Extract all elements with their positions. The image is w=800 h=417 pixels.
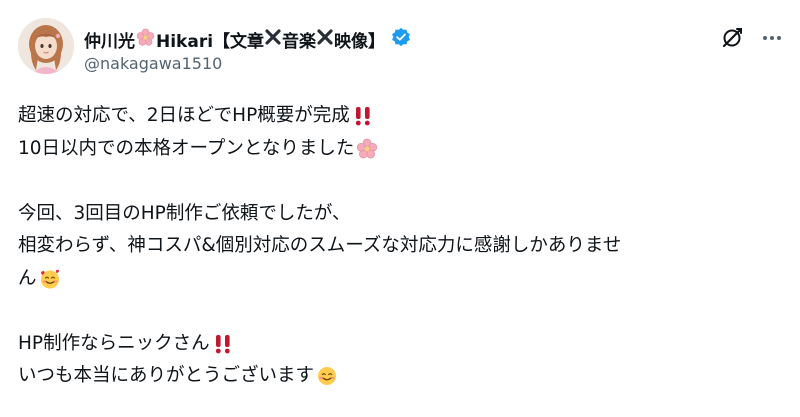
- post-line-5: ん: [18, 263, 782, 296]
- post-line-1-text: 超速の対応で、2日ほどでHP概要が完成: [18, 105, 350, 127]
- post-line-2-text: 10日以内での本格オープンとなりました: [18, 137, 355, 159]
- tweet-card: 仲川光 Hikari【文章 音楽 映像】 @nakagawa1510 超速の対応…: [0, 0, 800, 417]
- display-name[interactable]: 仲川光 Hikari【文章 音楽 映像】: [84, 27, 411, 52]
- post-text: 超速の対応で、2日ほどでHP概要が完成 10日以内での本格オープンとなりました: [18, 100, 782, 393]
- post-line-6: HP制作ならニックさん: [18, 328, 782, 361]
- post-line-4-text: 相変わらず、神コスパ&個別対応のスムーズな対応力に感謝しかありませ: [18, 235, 622, 257]
- user-handle[interactable]: @nakagawa1510: [84, 54, 222, 73]
- post-line-4: 相変わらず、神コスパ&個別対応のスムーズな対応力に感謝しかありませ: [18, 230, 782, 263]
- cherry-blossom-icon: [356, 138, 378, 160]
- cross-mark-icon: [317, 29, 333, 50]
- grok-icon[interactable]: [720, 26, 744, 50]
- double-exclamation-icon: [212, 333, 234, 355]
- cross-mark-icon: [265, 29, 281, 50]
- avatar[interactable]: [18, 18, 74, 74]
- post-line-6-text: HP制作ならニックさん: [18, 332, 210, 354]
- double-exclamation-icon: [352, 105, 374, 127]
- verified-badge-icon: [391, 27, 411, 52]
- post-line-1: 超速の対応で、2日ほどでHP概要が完成: [18, 100, 782, 133]
- display-name-part-1: 仲川光: [84, 32, 135, 52]
- cherry-blossom-icon: [136, 28, 155, 52]
- display-name-part-2: Hikari【文章: [156, 32, 265, 52]
- post-line-3: 今回、3回目のHP制作ご依頼でしたが、: [18, 198, 782, 231]
- post-line-3-text: 今回、3回目のHP制作ご依頼でしたが、: [18, 202, 351, 224]
- post-line-5-text: ん: [18, 267, 37, 289]
- smiling-face-icon: [316, 365, 338, 387]
- display-name-part-4: 映像】: [334, 32, 386, 52]
- display-name-part-3: 音楽: [282, 32, 317, 52]
- more-options-icon[interactable]: [760, 26, 784, 50]
- post-line-2: 10日以内での本格オープンとなりました: [18, 133, 782, 166]
- post-line-7-text: いつも本当にありがとうございます: [18, 365, 315, 387]
- post-line-7: いつも本当にありがとうございます: [18, 360, 782, 393]
- smiling-face-with-hearts-icon: [39, 268, 61, 290]
